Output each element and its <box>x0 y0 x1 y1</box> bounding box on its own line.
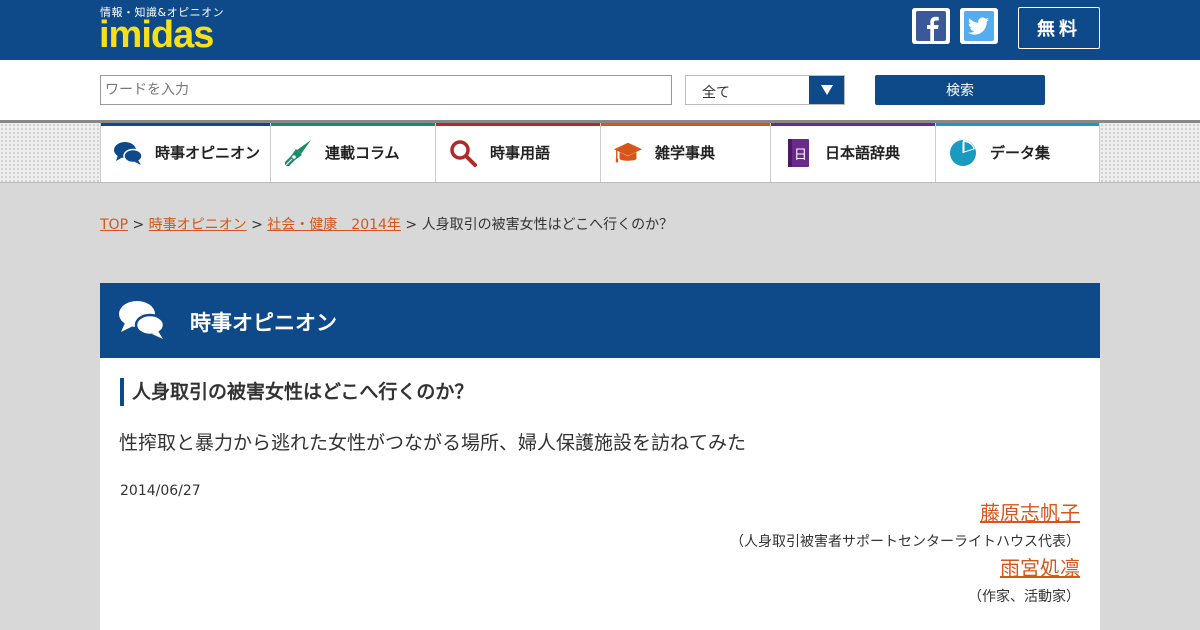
book-icon: 日 <box>783 138 813 168</box>
author-name-link[interactable]: 雨宮処凛 <box>1000 552 1080 581</box>
section-title: 時事オピニオン <box>190 311 337 335</box>
main-nav: 時事オピニオン 連載コラム 時事用語 雑学事典 日 日本語辞典 データ集 <box>100 123 1100 182</box>
nav-accent-bar <box>436 123 600 126</box>
section-header: 時事オピニオン <box>100 283 1100 358</box>
nav-label: 日本語辞典 <box>825 144 901 162</box>
nav-accent-bar <box>601 123 770 126</box>
svg-text:日: 日 <box>794 148 807 163</box>
author-block: 雨宮処凛 <box>1000 552 1080 581</box>
nav-accent-bar <box>271 123 435 126</box>
author-affiliation: （作家、活動家） <box>968 589 1080 605</box>
nav-item-dictionary[interactable]: 日 日本語辞典 <box>770 123 935 182</box>
nav-accent-bar <box>936 123 1099 126</box>
breadcrumb-link-top[interactable]: TOP <box>100 217 128 233</box>
author-affiliation-block: （人身取引被害者サポートセンターライトハウス代表） <box>730 531 1080 551</box>
main-nav-wrapper: 時事オピニオン 連載コラム 時事用語 雑学事典 日 日本語辞典 データ集 <box>0 120 1200 183</box>
chevron-down-icon[interactable] <box>809 76 844 104</box>
breadcrumb-separator: > <box>246 217 268 233</box>
magnifier-icon <box>448 138 478 168</box>
site-logo[interactable]: imidas <box>99 15 214 55</box>
speech-bubbles-icon <box>113 138 143 168</box>
breadcrumb: TOP > 時事オピニオン > 社会・健康 2014年 > 人身取引の被害女性は… <box>100 214 673 234</box>
author-affiliation: （人身取引被害者サポートセンターライトハウス代表） <box>730 534 1080 550</box>
twitter-icon[interactable] <box>960 8 998 44</box>
breadcrumb-separator: > <box>128 217 149 233</box>
breadcrumb-current: 人身取引の被害女性はどこへ行くのか？ <box>421 217 674 233</box>
nav-item-glossary[interactable]: 時事用語 <box>435 123 600 182</box>
site-header: 情報・知識&オピニオン imidas 無料 <box>0 0 1200 60</box>
free-button[interactable]: 無料 <box>1018 7 1100 49</box>
nav-accent-bar <box>101 123 270 126</box>
nav-item-data[interactable]: データ集 <box>935 123 1100 182</box>
search-button[interactable]: 検索 <box>875 75 1045 105</box>
nav-label: データ集 <box>990 144 1051 162</box>
search-category-select[interactable]: 全て <box>685 75 845 105</box>
search-bar: 全て 検索 <box>0 60 1200 120</box>
fountain-pen-icon <box>283 138 313 168</box>
pie-chart-icon <box>948 138 978 168</box>
nav-label: 時事オピニオン <box>155 144 261 162</box>
author-affiliation-block: （作家、活動家） <box>968 586 1080 606</box>
nav-label: 雑学事典 <box>655 144 716 162</box>
nav-item-column[interactable]: 連載コラム <box>270 123 435 182</box>
article-title: 人身取引の被害女性はどこへ行くのか？ <box>120 378 473 406</box>
article-card: 人身取引の被害女性はどこへ行くのか？ 性搾取と暴力から逃れた女性がつながる場所、… <box>100 358 1100 630</box>
author-block: 藤原志帆子 <box>980 497 1080 526</box>
nav-label: 時事用語 <box>490 144 551 162</box>
breadcrumb-link-category[interactable]: 社会・健康 2014年 <box>267 217 401 233</box>
graduation-cap-icon <box>613 138 643 168</box>
nav-label: 連載コラム <box>325 144 400 162</box>
search-input[interactable] <box>100 75 672 105</box>
article-subtitle: 性搾取と暴力から逃れた女性がつながる場所、婦人保護施設を訪ねてみた <box>119 432 747 454</box>
author-name-link[interactable]: 藤原志帆子 <box>980 497 1080 526</box>
article-date: 2014/06/27 <box>120 483 201 499</box>
nav-accent-bar <box>771 123 935 126</box>
speech-bubbles-icon <box>118 299 166 341</box>
breadcrumb-link-section[interactable]: 時事オピニオン <box>149 217 247 233</box>
breadcrumb-separator: > <box>400 217 422 233</box>
nav-item-trivia[interactable]: 雑学事典 <box>600 123 770 182</box>
facebook-icon[interactable] <box>912 8 950 44</box>
search-category-value: 全て <box>702 85 730 101</box>
nav-item-opinion[interactable]: 時事オピニオン <box>100 123 270 182</box>
